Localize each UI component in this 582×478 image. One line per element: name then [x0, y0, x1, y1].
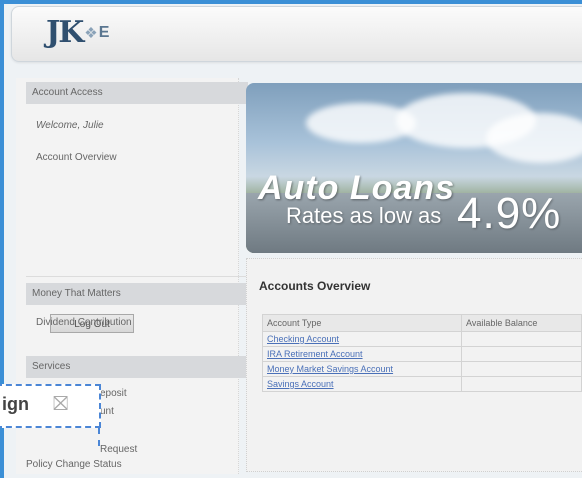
service-item-account[interactable]: unt	[100, 406, 114, 417]
column-account-type: Account Type	[262, 314, 462, 332]
divider	[26, 276, 248, 277]
account-access-header: Account Access	[26, 82, 248, 104]
table-row: Checking Account	[262, 331, 582, 347]
cloud-shape	[486, 113, 582, 163]
overlay-tail	[98, 428, 100, 446]
money-matters-header: Money That Matters	[26, 283, 248, 305]
banner-rate: 4.9%	[457, 189, 562, 238]
services-header: Services	[26, 356, 248, 378]
logo-letter: E	[98, 23, 110, 41]
checking-account-link[interactable]: Checking Account	[267, 334, 339, 344]
logo-text: JK	[46, 15, 84, 50]
ira-retirement-account-link[interactable]: IRA Retirement Account	[267, 349, 363, 359]
service-item-policy-change-status[interactable]: Policy Change Status	[26, 459, 122, 470]
accounts-overview-title: Accounts Overview	[259, 279, 371, 293]
money-market-account-link[interactable]: Money Market Savings Account	[267, 364, 393, 374]
balance-cell	[461, 361, 582, 377]
column-available-balance: Available Balance	[461, 314, 582, 332]
banner-subtitle: Rates as low as	[286, 203, 442, 228]
balance-cell	[461, 346, 582, 362]
balance-cell	[461, 376, 582, 392]
overlay-callout[interactable]: ign ⛝	[0, 384, 101, 428]
auto-loans-banner[interactable]: Auto Loans Rates as low as 4.9%	[246, 83, 582, 253]
table-row: IRA Retirement Account	[262, 346, 582, 362]
logo-star-icon: ❖	[84, 24, 98, 42]
savings-account-link[interactable]: Savings Account	[267, 379, 334, 389]
service-item-request[interactable]: Request	[100, 444, 137, 455]
service-item-deposit[interactable]: eposit	[100, 388, 127, 399]
main-content: Auto Loans Rates as low as 4.9% Accounts…	[246, 80, 582, 474]
overlay-text: ign	[2, 394, 29, 414]
table-row: Savings Account	[262, 376, 582, 392]
table-row: Money Market Savings Account	[262, 361, 582, 377]
broken-image-icon: ⛝	[53, 393, 69, 415]
balance-cell	[461, 331, 582, 347]
dividend-contribution-link[interactable]: Dividend Contribution	[36, 317, 132, 328]
welcome-text: Welcome, Julie	[36, 120, 104, 131]
logo[interactable]: JK ❖ E	[46, 15, 109, 50]
account-overview-link[interactable]: Account Overview	[36, 152, 117, 163]
accounts-overview-panel: Accounts Overview Account Type Available…	[246, 258, 582, 472]
accounts-table: Account Type Available Balance Checking …	[262, 314, 582, 392]
header-bar: JK ❖ E	[11, 6, 582, 62]
